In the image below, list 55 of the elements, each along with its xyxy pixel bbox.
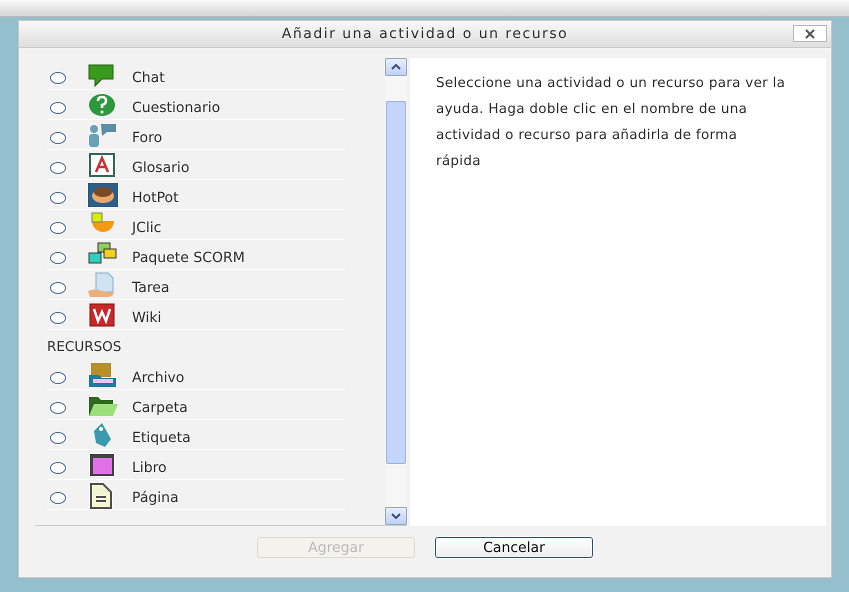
radio-button[interactable] [50,282,66,294]
list-item[interactable]: Tarea [47,270,345,300]
radio-button[interactable] [50,132,66,144]
item-label: Chat [132,70,165,86]
scroll-up-button[interactable] [385,58,407,76]
radio-button[interactable] [50,372,66,384]
item-label: Página [132,490,179,506]
list-item[interactable]: Libro [47,450,345,480]
radio-button[interactable] [50,252,66,264]
radio-button[interactable] [50,102,66,114]
item-label: Etiqueta [132,430,191,446]
list-item[interactable]: Etiqueta [47,420,345,450]
item-label: Libro [132,460,167,476]
radio-button[interactable] [50,192,66,204]
list-item[interactable]: Cuestionario [47,90,345,120]
scroll-down-button[interactable] [385,507,407,525]
list-item[interactable]: Glosario [47,150,345,180]
radio-button[interactable] [50,462,66,474]
item-label: HotPot [132,190,179,206]
radio-button[interactable] [50,402,66,414]
chevron-up-icon [391,64,401,70]
item-label: Cuestionario [132,100,220,116]
list-item[interactable]: Chat [47,60,345,90]
close-icon [804,28,816,38]
item-label: Tarea [132,280,170,296]
close-button[interactable] [793,25,827,42]
hand-holding-food-icon [86,180,120,208]
radio-button[interactable] [50,432,66,444]
list-item[interactable]: Paquete SCORM [47,240,345,270]
list-item[interactable]: Wiki [47,300,345,330]
item-label: Foro [132,130,162,146]
radio-button[interactable] [50,162,66,174]
radio-button[interactable] [50,222,66,234]
list-item[interactable]: Página [47,480,345,510]
radio-button[interactable] [50,492,66,504]
scroll-thumb[interactable] [386,101,406,464]
item-label: Wiki [132,310,162,326]
item-label: Glosario [132,160,190,176]
help-text: Seleccione una actividad o un recurso para ver la ayuda. Haga doble clic en el nombre de una actividad o recurso para añadirla de forma rápida [436,74,786,171]
chevron-down-icon [391,513,401,519]
item-label: Archivo [132,370,184,386]
item-label: JClic [132,220,162,236]
list-item[interactable]: HotPot [47,180,345,210]
item-label: Paquete SCORM [132,250,245,266]
list-item[interactable]: Archivo [47,360,345,390]
list-item[interactable]: JClic [47,210,345,240]
item-label: Carpeta [132,400,188,416]
list-item[interactable]: Foro [47,120,345,150]
radio-button[interactable] [50,312,66,324]
radio-button[interactable] [50,72,66,84]
scrollbar[interactable] [385,58,407,525]
cancel-button[interactable]: Cancelar [435,537,593,558]
list-item[interactable]: Carpeta [47,390,345,420]
dialog-title: Añadir una actividad o un recurso [282,26,568,42]
section-heading: RECURSOS [47,338,122,357]
